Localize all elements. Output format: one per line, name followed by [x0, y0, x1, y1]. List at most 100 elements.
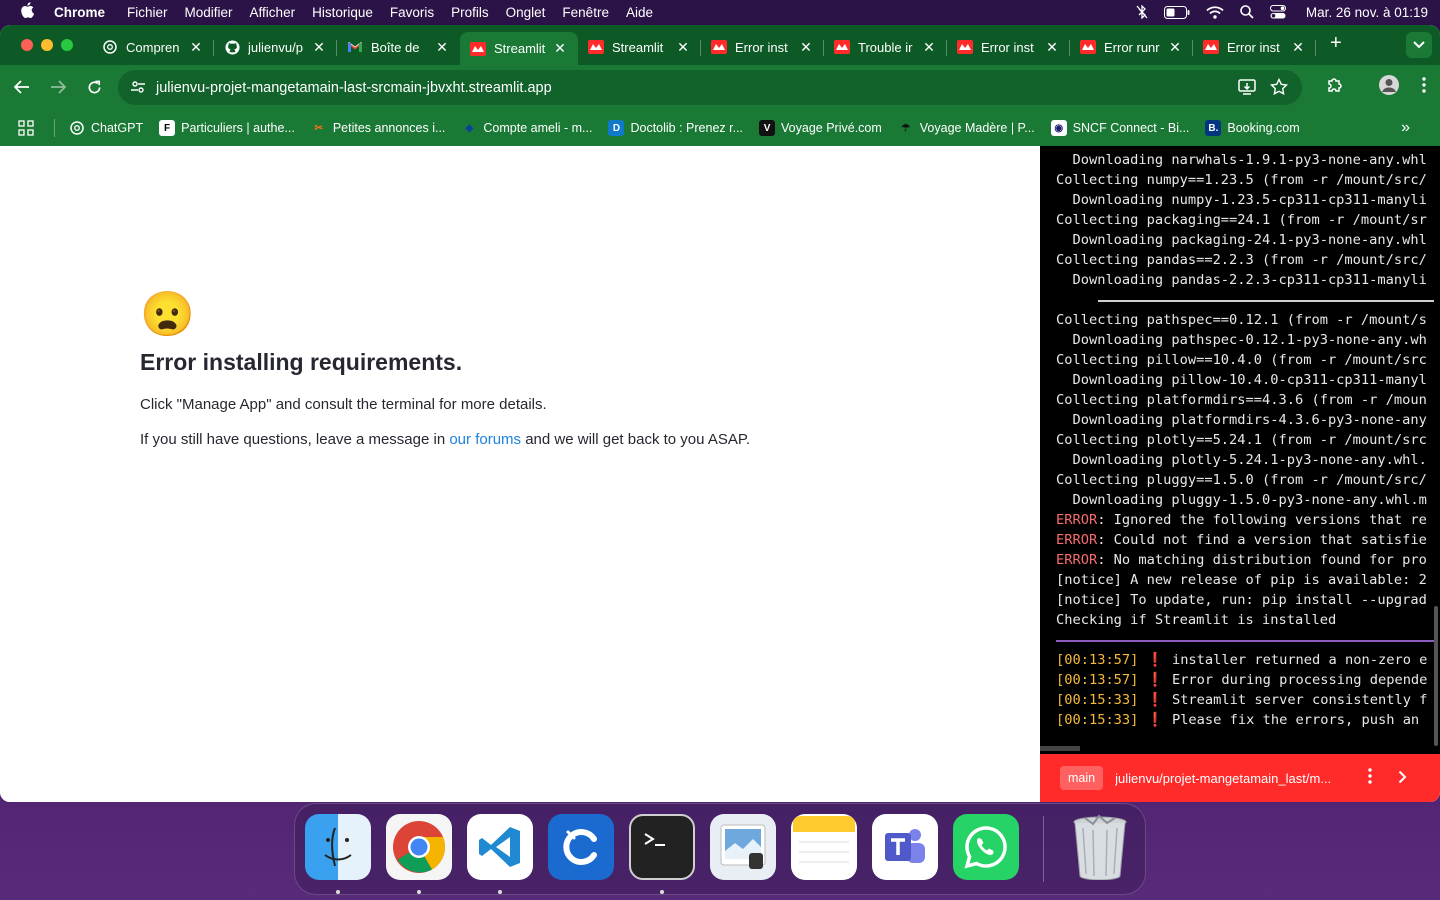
cleanmymac-icon[interactable]	[548, 814, 614, 880]
more-bookmarks-icon[interactable]: »	[1401, 119, 1410, 137]
bookmark-petites-annonces[interactable]: ✂ Petites annonces i...	[311, 120, 446, 136]
menu-profils[interactable]: Profils	[451, 5, 489, 20]
site-settings-icon[interactable]	[130, 79, 146, 100]
bookmark-label: Voyage Madère | P...	[919, 121, 1035, 135]
bluetooth-off-icon[interactable]	[1136, 5, 1148, 19]
close-tab-icon[interactable]: ✕	[675, 39, 691, 56]
finder-icon[interactable]	[305, 814, 371, 880]
bookmark-voyage-prive[interactable]: V Voyage Privé.com	[759, 120, 882, 136]
address-bar[interactable]: julienvu-projet-mangetamain-last-srcmain…	[118, 70, 1302, 105]
close-tab-icon[interactable]: ✕	[311, 39, 327, 56]
browser-toolbar: julienvu-projet-mangetamain-last-srcmain…	[0, 65, 1440, 110]
teams-icon[interactable]	[872, 814, 938, 880]
menu-fenetre[interactable]: Fenêtre	[562, 5, 609, 20]
address-url[interactable]: julienvu-projet-mangetamain-last-srcmain…	[156, 80, 552, 96]
forward-button[interactable]	[40, 69, 76, 105]
tab-gmail[interactable]: Boîte de ✕	[337, 32, 460, 62]
forums-link[interactable]: our forums	[449, 431, 521, 448]
tab-error-install-1[interactable]: Error inst ✕	[701, 32, 824, 62]
install-app-icon[interactable]	[1238, 78, 1256, 101]
terminal-line: Collecting pluggy==1.5.0 (from -r /mount…	[1056, 472, 1427, 488]
apple-logo-icon[interactable]	[20, 1, 36, 23]
streamlit-icon	[834, 39, 850, 55]
tab-error-running[interactable]: Error runr ✕	[1070, 32, 1193, 62]
terminal-line: Collecting pandas==2.2.3 (from -r /mount…	[1056, 252, 1427, 268]
menu-favoris[interactable]: Favoris	[390, 5, 434, 20]
terminal-scrollbar[interactable]	[1434, 606, 1438, 746]
preview-icon[interactable]	[710, 814, 776, 880]
battery-icon[interactable]	[1163, 5, 1190, 19]
menu-historique[interactable]: Historique	[312, 5, 373, 20]
chrome-menu-icon[interactable]	[1422, 77, 1426, 98]
vscode-icon[interactable]	[467, 814, 533, 880]
zoom-window-button[interactable]	[61, 39, 73, 51]
bookmark-chatgpt[interactable]: ChatGPT	[69, 120, 143, 136]
terminal-line: Downloading pluggy-1.5.0-py3-none-any.wh…	[1056, 492, 1427, 508]
close-tab-icon[interactable]: ✕	[1167, 39, 1183, 56]
menubar-clock[interactable]: Mar. 26 nov. à 01:19	[1306, 5, 1428, 20]
tab-search-button[interactable]	[1406, 32, 1432, 58]
menu-aide[interactable]: Aide	[626, 5, 653, 20]
profile-avatar[interactable]	[1378, 74, 1400, 101]
manage-app-terminal[interactable]: Downloading narwhals-1.9.1-py3-none-any.…	[1040, 146, 1440, 754]
exclamation-icon: ❗	[1146, 712, 1164, 728]
extensions-puzzle-icon[interactable]	[1326, 76, 1344, 99]
streamlit-icon	[957, 39, 973, 55]
manage-app-bar[interactable]: main julienvu/projet-mangetamain_last/m.…	[1040, 754, 1440, 802]
apps-grid-icon[interactable]	[18, 120, 34, 136]
tab-trouble-install[interactable]: Trouble ir ✕	[824, 32, 947, 62]
tab-chatgpt[interactable]: Compren ✕	[92, 32, 214, 62]
bookmark-sncf[interactable]: ◉ SNCF Connect - Bi...	[1050, 120, 1189, 136]
menu-fichier[interactable]: Fichier	[127, 5, 168, 20]
error-help-text: If you still have questions, leave a mes…	[140, 431, 1000, 448]
repo-path[interactable]: julienvu/projet-mangetamain_last/m...	[1115, 771, 1350, 786]
error-text: : No matching distribution found for pro	[1097, 552, 1427, 568]
tab-title: Error runr	[1104, 39, 1160, 55]
close-tab-icon[interactable]: ✕	[188, 39, 204, 56]
terminal-icon[interactable]	[629, 814, 695, 880]
close-tab-icon[interactable]: ✕	[1044, 39, 1060, 56]
trash-icon[interactable]	[1067, 814, 1133, 880]
spotlight-search-icon[interactable]	[1240, 5, 1254, 19]
menu-modifier[interactable]: Modifier	[185, 5, 233, 20]
exclamation-icon: ❗	[1146, 652, 1164, 668]
wifi-icon[interactable]	[1206, 5, 1224, 19]
error-tag: ERROR	[1056, 552, 1098, 568]
bookmark-star-icon[interactable]	[1269, 77, 1289, 101]
control-center-icon[interactable]	[1269, 5, 1286, 19]
bookmark-ameli[interactable]: ◆ Compte ameli - m...	[461, 120, 593, 136]
close-tab-icon[interactable]: ✕	[434, 39, 450, 56]
menu-afficher[interactable]: Afficher	[250, 5, 296, 20]
close-tab-icon[interactable]: ✕	[552, 40, 568, 57]
tab-streamlit-active[interactable]: Streamlit ✕	[460, 32, 578, 65]
bookmark-label: Booking.com	[1227, 121, 1300, 135]
more-options-icon[interactable]	[1360, 767, 1380, 789]
terminal-hscrollbar[interactable]	[1040, 746, 1080, 751]
close-window-button[interactable]	[21, 39, 33, 51]
close-tab-icon[interactable]: ✕	[921, 39, 937, 56]
back-button[interactable]	[4, 69, 40, 105]
bookmark-particuliers[interactable]: F Particuliers | authe...	[159, 120, 295, 136]
chrome-icon[interactable]	[386, 814, 452, 880]
bookmark-label: Particuliers | authe...	[181, 121, 295, 135]
close-tab-icon[interactable]: ✕	[798, 39, 814, 56]
tab-streamlit[interactable]: Streamlit ✕	[578, 32, 701, 62]
menu-app-name[interactable]: Chrome	[54, 5, 105, 20]
minimize-window-button[interactable]	[41, 39, 53, 51]
tab-error-install-2[interactable]: Error inst ✕	[947, 32, 1070, 62]
chevron-right-icon[interactable]	[1398, 768, 1407, 789]
bookmark-booking[interactable]: B. Booking.com	[1205, 120, 1300, 136]
whatsapp-icon[interactable]	[953, 814, 1019, 880]
tab-github[interactable]: julienvu/p ✕	[214, 32, 337, 62]
close-tab-icon[interactable]: ✕	[1290, 39, 1306, 56]
bookmark-voyage-madere[interactable]: ☂ Voyage Madère | P...	[898, 120, 1035, 136]
new-tab-button[interactable]: +	[1330, 32, 1342, 65]
reload-button[interactable]	[76, 69, 112, 105]
menu-onglet[interactable]: Onglet	[506, 5, 546, 20]
log-time: [00:13:57]	[1056, 672, 1139, 688]
notes-icon[interactable]	[791, 814, 857, 880]
terminal-line: Collecting platformdirs==4.3.6 (from -r …	[1056, 392, 1427, 408]
branch-badge[interactable]: main	[1060, 766, 1104, 790]
tab-error-install-3[interactable]: Error inst ✕	[1193, 32, 1316, 62]
bookmark-doctolib[interactable]: D Doctolib : Prenez r...	[608, 120, 743, 136]
